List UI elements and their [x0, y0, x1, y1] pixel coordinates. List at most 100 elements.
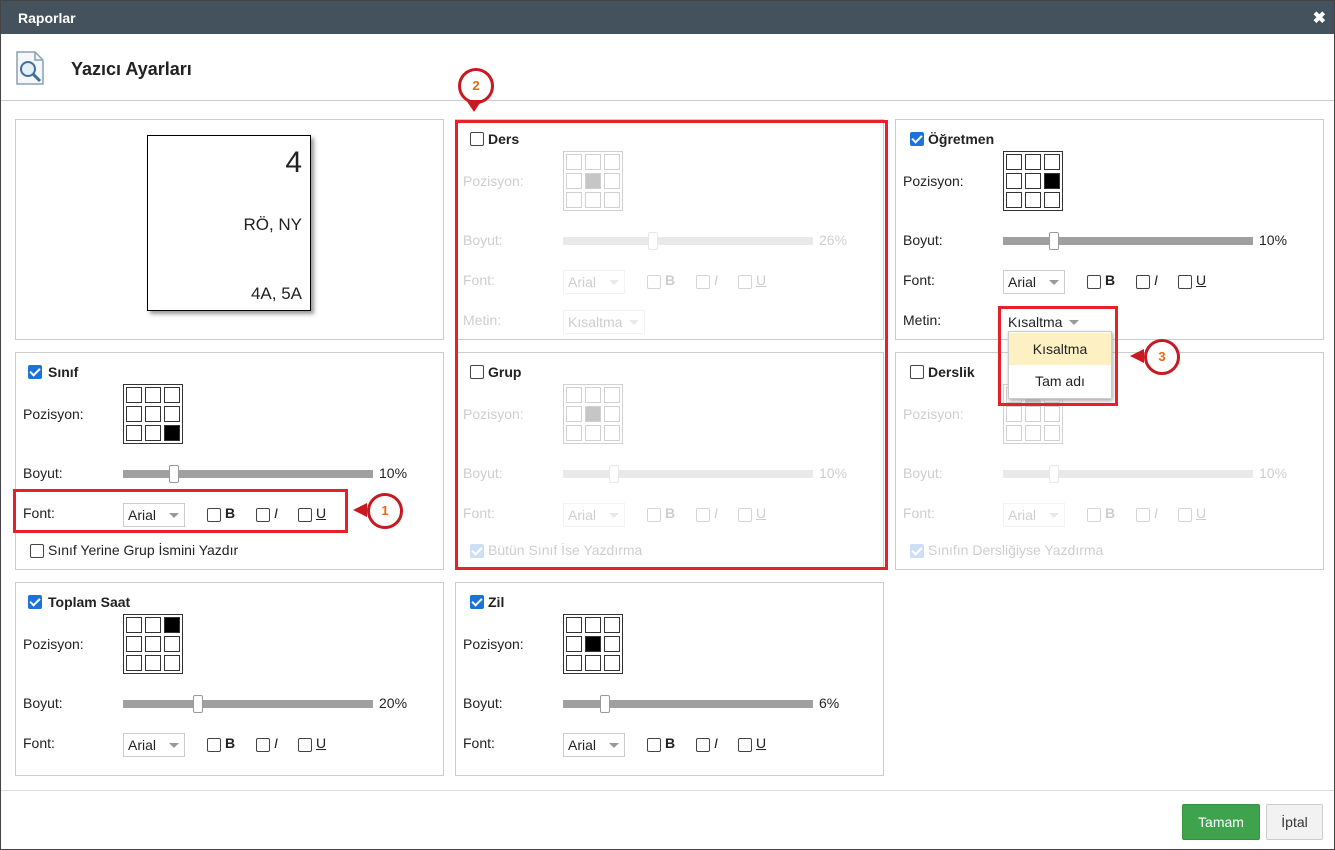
position-cell[interactable]	[126, 406, 142, 422]
toplam-saat-font-label: Font:	[23, 735, 55, 751]
ogretmen-position-label: Pozisyon:	[903, 173, 964, 189]
printer-search-icon	[16, 51, 44, 85]
ogretmen-size-slider[interactable]	[1003, 232, 1253, 250]
ogretmen-bold-checkbox[interactable]	[1087, 275, 1101, 289]
position-cell[interactable]	[145, 636, 161, 652]
toplam-saat-size-slider[interactable]	[123, 695, 373, 713]
position-cell[interactable]	[164, 636, 180, 652]
position-cell[interactable]	[145, 406, 161, 422]
ogretmen-underline-checkbox[interactable]	[1178, 275, 1192, 289]
position-cell[interactable]	[1044, 192, 1060, 208]
ogretmen-position-grid[interactable]	[1003, 151, 1063, 211]
derslik-room-checkbox[interactable]	[910, 544, 924, 558]
cancel-button[interactable]: İptal	[1266, 804, 1323, 840]
position-cell[interactable]	[126, 387, 142, 403]
position-cell[interactable]	[1006, 192, 1022, 208]
sinif-position-grid[interactable]	[123, 384, 183, 444]
toplam-saat-position-grid[interactable]	[123, 614, 183, 674]
position-cell[interactable]	[585, 655, 601, 671]
sinif-size-slider[interactable]	[123, 465, 373, 483]
preview-bottom-text: 4A, 5A	[250, 284, 302, 303]
derslik-font-select[interactable]: Arial	[1003, 503, 1065, 527]
slider-thumb[interactable]	[600, 695, 610, 713]
derslik-size-slider[interactable]	[1003, 465, 1253, 483]
position-cell[interactable]	[1025, 192, 1041, 208]
ogretmen-italic-checkbox[interactable]	[1136, 275, 1150, 289]
derslik-font-label: Font:	[903, 505, 935, 521]
position-cell[interactable]	[1044, 154, 1060, 170]
ogretmen-checkbox[interactable]	[910, 132, 924, 146]
derslik-bold-label: B	[1105, 505, 1116, 521]
derslik-italic-checkbox[interactable]	[1136, 508, 1150, 522]
sinif-position-label: Pozisyon:	[23, 406, 84, 422]
toplam-saat-font-select[interactable]: Arial	[123, 733, 185, 757]
position-cell[interactable]	[566, 655, 582, 671]
toplam-saat-position-label: Pozisyon:	[23, 636, 84, 652]
position-cell[interactable]	[145, 425, 161, 441]
position-cell[interactable]	[126, 425, 142, 441]
position-cell[interactable]	[1006, 425, 1022, 441]
position-cell[interactable]	[145, 617, 161, 633]
position-cell[interactable]	[164, 406, 180, 422]
position-cell[interactable]	[1025, 154, 1041, 170]
derslik-underline-checkbox[interactable]	[1178, 508, 1192, 522]
position-cell[interactable]	[126, 636, 142, 652]
ok-button[interactable]: Tamam	[1182, 804, 1260, 840]
toplam-saat-bold-checkbox[interactable]	[207, 738, 221, 752]
position-cell[interactable]	[566, 617, 582, 633]
zil-bold-label: B	[665, 735, 676, 751]
position-cell[interactable]	[164, 425, 180, 441]
position-cell[interactable]	[1025, 173, 1041, 189]
slider-thumb[interactable]	[1049, 232, 1059, 250]
position-cell[interactable]	[1006, 173, 1022, 189]
position-cell[interactable]	[145, 655, 161, 671]
position-cell[interactable]	[585, 617, 601, 633]
position-cell[interactable]	[1025, 425, 1041, 441]
position-cell[interactable]	[604, 655, 620, 671]
position-cell[interactable]	[566, 636, 582, 652]
derslik-bold-checkbox[interactable]	[1087, 508, 1101, 522]
zil-size-slider[interactable]	[563, 695, 813, 713]
zil-position-grid[interactable]	[563, 614, 623, 674]
cell-preview: 4 RÖ, NY 4A, 5A	[147, 135, 311, 311]
position-cell[interactable]	[1006, 154, 1022, 170]
position-cell[interactable]	[145, 387, 161, 403]
position-cell[interactable]	[1044, 173, 1060, 189]
zil-size-label: Boyut:	[463, 695, 503, 711]
position-cell[interactable]	[604, 636, 620, 652]
position-cell[interactable]	[1025, 406, 1041, 422]
title-bar: Raporlar ✖	[1, 1, 1334, 34]
zil-font-select[interactable]: Arial	[563, 733, 625, 757]
toplam-saat-italic-label: I	[274, 735, 278, 751]
position-cell[interactable]	[164, 617, 180, 633]
position-cell[interactable]	[164, 655, 180, 671]
position-cell[interactable]	[1044, 425, 1060, 441]
position-cell[interactable]	[126, 617, 142, 633]
slider-thumb[interactable]	[1049, 465, 1059, 483]
toplam-saat-underline-label: U	[316, 735, 327, 751]
position-cell[interactable]	[1044, 406, 1060, 422]
position-cell[interactable]	[126, 655, 142, 671]
zil-italic-checkbox[interactable]	[696, 738, 710, 752]
toplam-saat-checkbox[interactable]	[28, 595, 42, 609]
zil-underline-checkbox[interactable]	[738, 738, 752, 752]
ogretmen-font-select[interactable]: Arial	[1003, 270, 1065, 294]
zil-checkbox[interactable]	[470, 595, 484, 609]
position-cell[interactable]	[585, 636, 601, 652]
sinif-group-name-checkbox[interactable]	[30, 544, 44, 558]
close-icon[interactable]: ✖	[1313, 8, 1326, 28]
zil-bold-checkbox[interactable]	[647, 738, 661, 752]
derslik-size-label: Boyut:	[903, 465, 943, 481]
sinif-checkbox[interactable]	[28, 365, 42, 379]
derslik-underline-label: U	[1196, 505, 1207, 521]
position-cell[interactable]	[604, 617, 620, 633]
slider-thumb[interactable]	[193, 695, 203, 713]
toplam-saat-italic-checkbox[interactable]	[256, 738, 270, 752]
toplam-saat-underline-checkbox[interactable]	[298, 738, 312, 752]
annotation-box-3	[998, 306, 1118, 406]
position-cell[interactable]	[164, 387, 180, 403]
position-cell[interactable]	[1006, 406, 1022, 422]
slider-thumb[interactable]	[169, 465, 179, 483]
zil-title: Zil	[488, 594, 505, 610]
annotation-marker-3: 3	[1144, 339, 1180, 375]
